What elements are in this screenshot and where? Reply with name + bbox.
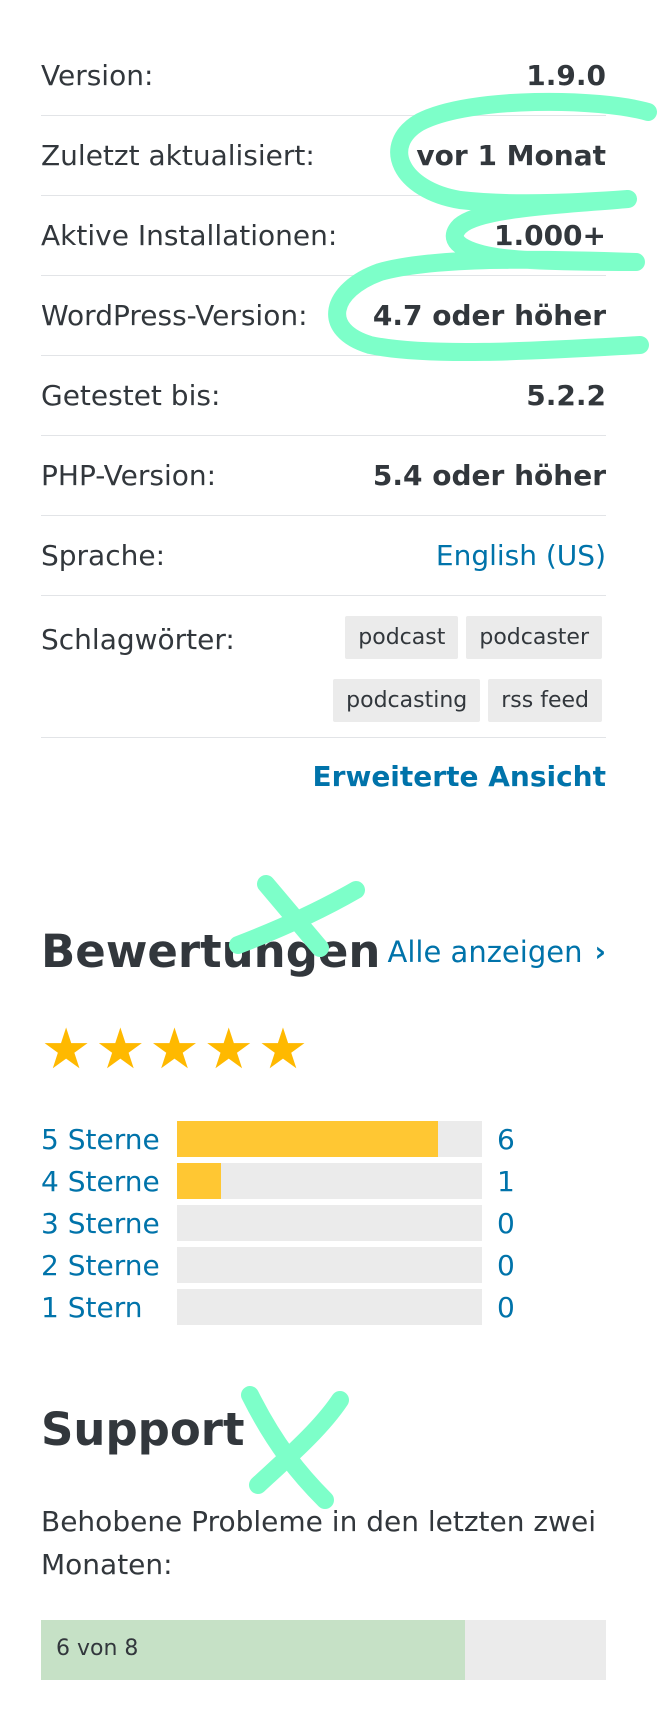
meta-value: 5.4 oder höher xyxy=(372,459,606,492)
ratings-header: Bewertungen Alle anzeigen › xyxy=(41,925,606,978)
rating-bar-row: 1 Stern 0 xyxy=(41,1286,606,1328)
rating-bar-label[interactable]: 5 Sterne xyxy=(41,1123,177,1156)
meta-row-language: Sprache: English (US) xyxy=(41,516,606,596)
tag-list: podcast podcaster podcasting rss feed xyxy=(312,616,602,722)
meta-label: PHP-Version: xyxy=(41,459,217,492)
rating-bar-label[interactable]: 4 Sterne xyxy=(41,1165,177,1198)
rating-breakdown: 5 Sterne 6 4 Sterne 1 3 Sterne 0 2 Sterne 0 1 St… xyxy=(41,1118,606,1328)
meta-label: Zuletzt aktualisiert: xyxy=(41,139,315,172)
rating-bar-track xyxy=(177,1163,482,1199)
rating-bar-row: 4 Sterne 1 xyxy=(41,1160,606,1202)
tag-podcaster[interactable]: podcaster xyxy=(466,616,602,659)
average-rating-stars: ★ ★ ★ ★ ★ xyxy=(41,1022,308,1078)
see-all-reviews-link[interactable]: Alle anzeigen › xyxy=(388,935,606,969)
rating-bar-row: 3 Sterne 0 xyxy=(41,1202,606,1244)
meta-value: 1.9.0 xyxy=(526,59,606,92)
meta-value: 5.2.2 xyxy=(526,379,606,412)
see-all-label: Alle anzeigen xyxy=(387,934,583,969)
language-link[interactable]: English (US) xyxy=(436,539,606,572)
rating-bar-track xyxy=(177,1247,482,1283)
meta-row-last-updated: Zuletzt aktualisiert: vor 1 Monat xyxy=(41,116,606,196)
meta-row-php-version: PHP-Version: 5.4 oder höher xyxy=(41,436,606,516)
meta-label: Aktive Installationen: xyxy=(41,219,338,252)
meta-value: 4.7 oder höher xyxy=(372,299,606,332)
meta-label: WordPress-Version: xyxy=(41,299,308,332)
rating-bar-count: 1 xyxy=(497,1164,515,1198)
tag-rss-feed[interactable]: rss feed xyxy=(488,679,602,722)
meta-value: vor 1 Monat xyxy=(416,139,606,172)
rating-bar-label[interactable]: 1 Stern xyxy=(41,1291,177,1324)
star-icon: ★ xyxy=(95,1017,146,1082)
meta-list: Version: 1.9.0 Zuletzt aktualisiert: vor… xyxy=(41,0,606,793)
rating-bar-track xyxy=(177,1121,482,1157)
support-description: Behobene Probleme in den letzten zwei Mo… xyxy=(41,1505,596,1581)
rating-bar-label[interactable]: 2 Sterne xyxy=(41,1249,177,1282)
rating-bar-label[interactable]: 3 Sterne xyxy=(41,1207,177,1240)
star-icon: ★ xyxy=(149,1017,200,1082)
support-title: Support xyxy=(41,1403,245,1456)
meta-value: 1.000+ xyxy=(493,219,606,252)
rating-bar-count: 0 xyxy=(497,1290,515,1324)
tag-podcasting[interactable]: podcasting xyxy=(333,679,481,722)
tag-podcast[interactable]: podcast xyxy=(345,616,459,659)
ratings-title: Bewertungen xyxy=(41,925,381,978)
resolved-issues-label: 6 von 8 xyxy=(56,1636,139,1661)
meta-label: Sprache: xyxy=(41,539,166,572)
rating-bar-count: 0 xyxy=(497,1248,515,1282)
rating-bar-count: 0 xyxy=(497,1206,515,1240)
meta-row-tested-up-to: Getestet bis: 5.2.2 xyxy=(41,356,606,436)
meta-label: Schlagwörter: xyxy=(41,623,235,656)
rating-bar-fill xyxy=(177,1163,221,1199)
resolved-issues-bar: 6 von 8 xyxy=(41,1620,606,1680)
advanced-view-link[interactable]: Erweiterte Ansicht xyxy=(41,760,606,793)
annotation-cross xyxy=(241,1386,349,1509)
star-icon: ★ xyxy=(257,1017,309,1082)
plugin-sidebar: Version: 1.9.0 Zuletzt aktualisiert: vor… xyxy=(41,0,606,1680)
star-icon: ★ xyxy=(41,1017,92,1082)
meta-row-version: Version: 1.9.0 xyxy=(41,36,606,116)
rating-bar-track xyxy=(177,1289,482,1325)
meta-row-tags: Schlagwörter: podcast podcaster podcasti… xyxy=(41,596,606,738)
meta-row-active-installs: Aktive Installationen: 1.000+ xyxy=(41,196,606,276)
meta-row-wp-version: WordPress-Version: 4.7 oder höher xyxy=(41,276,606,356)
rating-bar-track xyxy=(177,1205,482,1241)
rating-bar-count: 6 xyxy=(497,1122,515,1156)
rating-bar-row: 2 Sterne 0 xyxy=(41,1244,606,1286)
star-icon: ★ xyxy=(203,1017,254,1082)
rating-bar-row: 5 Sterne 6 xyxy=(41,1118,606,1160)
chevron-right-icon: › xyxy=(594,935,606,968)
rating-bar-fill xyxy=(177,1121,439,1157)
meta-label: Getestet bis: xyxy=(41,379,221,412)
meta-label: Version: xyxy=(41,59,154,92)
